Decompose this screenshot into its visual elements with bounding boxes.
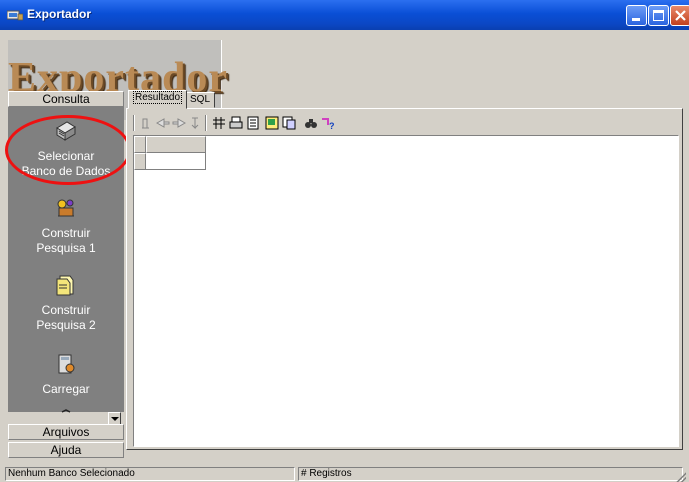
query-builder-icon: [57, 199, 74, 217]
maximize-icon: [653, 10, 664, 21]
sidebar-item-label: Construir: [41, 226, 91, 240]
grid-row-indicator: [134, 153, 146, 170]
sidebar-item-build-query-1[interactable]: Construir Pesquisa 1: [8, 196, 124, 256]
tab-resultado[interactable]: Resultado: [128, 90, 188, 109]
grid-column-header[interactable]: [146, 136, 206, 153]
close-icon: [675, 10, 686, 21]
find-icon[interactable]: [303, 115, 319, 131]
sidebar-item-label: Carregar: [42, 382, 90, 396]
resize-grip[interactable]: [674, 470, 686, 482]
status-database: Nenhum Banco Selecionado: [5, 467, 295, 481]
result-panel: ?: [126, 108, 683, 450]
sidebar-item-label: Pesquisa 2: [36, 318, 96, 332]
svg-text:?: ?: [329, 121, 335, 131]
grid-cell[interactable]: [146, 153, 206, 170]
database-icon: [56, 121, 76, 141]
sidebar-section-ajuda[interactable]: Ajuda: [8, 442, 124, 458]
tab-sql[interactable]: SQL: [185, 92, 216, 108]
maximize-button[interactable]: [648, 5, 669, 26]
sidebar-panel: Selecionar Banco de Dados Construir Pesq…: [8, 107, 124, 425]
app-icon: [7, 10, 23, 21]
grid-corner-cell: [134, 136, 146, 153]
first-record-icon[interactable]: [138, 115, 154, 131]
print-preview-icon[interactable]: [245, 115, 261, 131]
toolbar-separator: [205, 115, 207, 131]
sidebar-item-label: Banco de Dados: [21, 164, 111, 178]
status-records: # Registros: [298, 467, 683, 481]
next-record-icon[interactable]: [171, 115, 187, 131]
prev-record-icon[interactable]: [155, 115, 171, 131]
minimize-button[interactable]: [626, 5, 647, 26]
query-wizard-icon: [56, 275, 74, 296]
window-title: Exportador: [27, 7, 92, 21]
result-grid[interactable]: [133, 135, 679, 447]
sidebar-item-select-database[interactable]: Selecionar Banco de Dados: [8, 119, 124, 179]
partial-item-icon: [61, 409, 71, 413]
help-icon[interactable]: ?: [320, 115, 336, 131]
export-icon[interactable]: [264, 115, 280, 131]
grid-toolbar: ?: [133, 112, 679, 134]
last-record-icon[interactable]: [187, 115, 203, 131]
sidebar-section-arquivos[interactable]: Arquivos: [8, 424, 124, 440]
copy-icon[interactable]: [281, 115, 297, 131]
sidebar-item-build-query-2[interactable]: Construir Pesquisa 2: [8, 273, 124, 333]
sidebar-item-load[interactable]: Carregar: [8, 352, 124, 397]
sidebar: Consulta Selecionar Banco de Dados Const…: [8, 91, 124, 477]
grid-icon[interactable]: [211, 115, 227, 131]
sidebar-item-label: Construir: [41, 303, 91, 317]
sidebar-item-label: Selecionar: [37, 149, 95, 163]
tab-label: Resultado: [133, 91, 183, 104]
close-button[interactable]: [670, 5, 689, 26]
title-bar: Exportador: [0, 0, 689, 30]
print-icon[interactable]: [228, 115, 244, 131]
status-bar: Nenhum Banco Selecionado # Registros: [3, 466, 686, 482]
toolbar-separator: [133, 115, 135, 131]
sidebar-item-label: Pesquisa 1: [36, 241, 96, 255]
load-icon: [58, 354, 75, 374]
minimize-icon: [632, 18, 640, 21]
sidebar-section-consulta[interactable]: Consulta: [8, 91, 124, 107]
